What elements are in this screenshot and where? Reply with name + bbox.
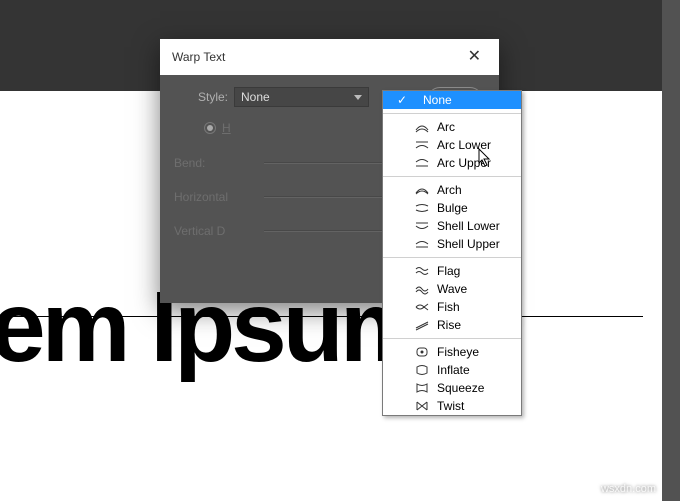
- style-option-label: Inflate: [437, 363, 470, 377]
- style-dropdown[interactable]: ✓ None Arc Arc Lower Arc Upper Arch Bulge Shell…: [382, 90, 522, 416]
- style-option-wave[interactable]: Wave: [383, 280, 521, 298]
- fisheye-icon: [415, 346, 429, 358]
- style-option-label: Arch: [437, 183, 462, 197]
- style-option-bulge[interactable]: Bulge: [383, 199, 521, 217]
- style-select-value: None: [241, 90, 270, 104]
- bulge-icon: [415, 202, 429, 214]
- text-baseline: [0, 316, 643, 317]
- style-option-label: Squeeze: [437, 381, 484, 395]
- style-option-twist[interactable]: Twist: [383, 397, 521, 415]
- squeeze-icon: [415, 382, 429, 394]
- style-option-fisheye[interactable]: Fisheye: [383, 343, 521, 361]
- style-option-label: Arc: [437, 120, 455, 134]
- style-option-shell-upper[interactable]: Shell Upper: [383, 235, 521, 253]
- flag-icon: [415, 265, 429, 277]
- chevron-down-icon: [354, 95, 362, 100]
- style-option-label: Shell Lower: [437, 219, 500, 233]
- close-button[interactable]: ✕: [462, 35, 487, 79]
- style-option-fish[interactable]: Fish: [383, 298, 521, 316]
- orientation-horizontal-label: H: [222, 121, 231, 135]
- orientation-horizontal-radio[interactable]: [204, 122, 216, 134]
- style-option-shell-lower[interactable]: Shell Lower: [383, 217, 521, 235]
- style-select[interactable]: None: [234, 87, 369, 107]
- rise-icon: [415, 319, 429, 331]
- style-option-flag[interactable]: Flag: [383, 262, 521, 280]
- style-option-squeeze[interactable]: Squeeze: [383, 379, 521, 397]
- inflate-icon: [415, 364, 429, 376]
- style-option-arc-upper[interactable]: Arc Upper: [383, 154, 521, 172]
- vertical-distortion-label: Vertical D: [174, 224, 264, 238]
- style-option-arch[interactable]: Arch: [383, 181, 521, 199]
- horizontal-distortion-label: Horizontal: [174, 190, 264, 204]
- style-option-label: Bulge: [437, 201, 468, 215]
- watermark: wsxdn.com: [601, 483, 656, 495]
- wave-icon: [415, 283, 429, 295]
- dropdown-separator: [383, 113, 521, 114]
- style-option-label: None: [423, 93, 452, 107]
- dropdown-separator: [383, 257, 521, 258]
- style-option-label: Twist: [437, 399, 464, 413]
- dialog-titlebar[interactable]: Warp Text ✕: [160, 39, 499, 75]
- style-option-label: Flag: [437, 264, 460, 278]
- style-option-arc-lower[interactable]: Arc Lower: [383, 136, 521, 154]
- style-option-none[interactable]: ✓ None: [383, 91, 521, 109]
- style-option-label: Arc Upper: [437, 156, 491, 170]
- style-option-label: Wave: [437, 282, 467, 296]
- shell-upper-icon: [415, 238, 429, 250]
- style-option-label: Shell Upper: [437, 237, 500, 251]
- arc-icon: [415, 121, 429, 133]
- workspace-right-bg: [662, 0, 680, 501]
- arc-upper-icon: [415, 157, 429, 169]
- fish-icon: [415, 301, 429, 313]
- style-option-label: Fisheye: [437, 345, 479, 359]
- check-icon: ✓: [397, 93, 407, 107]
- style-option-arc[interactable]: Arc: [383, 118, 521, 136]
- arc-lower-icon: [415, 139, 429, 151]
- shell-lower-icon: [415, 220, 429, 232]
- style-option-rise[interactable]: Rise: [383, 316, 521, 334]
- style-option-label: Fish: [437, 300, 460, 314]
- style-option-label: Rise: [437, 318, 461, 332]
- dropdown-separator: [383, 176, 521, 177]
- style-option-inflate[interactable]: Inflate: [383, 361, 521, 379]
- style-label: Style:: [174, 90, 234, 104]
- dropdown-separator: [383, 338, 521, 339]
- bend-label: Bend:: [174, 156, 264, 170]
- arch-icon: [415, 184, 429, 196]
- twist-icon: [415, 400, 429, 412]
- dialog-title: Warp Text: [172, 39, 225, 75]
- style-option-label: Arc Lower: [437, 138, 491, 152]
